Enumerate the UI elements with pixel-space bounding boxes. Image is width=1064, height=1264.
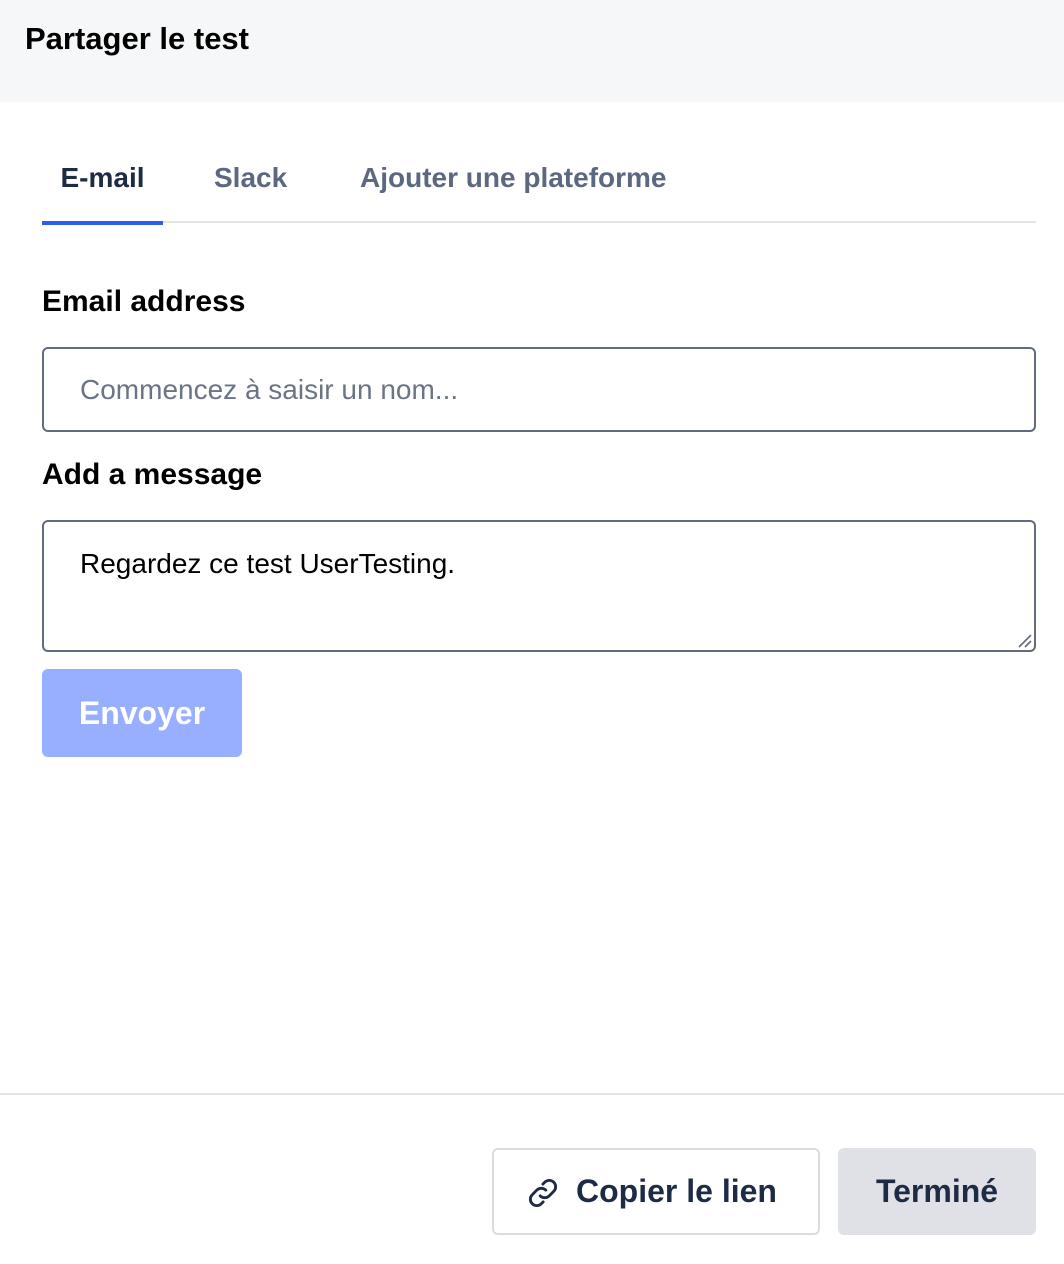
link-icon [529,1179,557,1207]
tab-add-platform-label: Ajouter une plateforme [360,162,667,193]
footer-divider [0,1093,1064,1095]
email-input[interactable] [42,347,1036,432]
tab-add-platform[interactable]: Ajouter une plateforme [360,140,666,223]
message-textarea[interactable]: Regardez ce test UserTesting. [42,520,1036,652]
dialog-title: Partager le test [25,21,249,56]
copy-link-button[interactable]: Copier le lien [492,1148,820,1235]
share-tabs: E-mail Slack Ajouter une plateforme [42,140,1036,225]
email-address-label: Email address [42,285,246,318]
tab-email[interactable]: E-mail [42,140,163,225]
dialog-header: Partager le test [0,0,1064,102]
active-tab-indicator [42,221,163,225]
share-test-dialog: Partager le test E-mail Slack Ajouter un… [0,0,1064,1264]
message-label: Add a message [42,458,263,491]
tab-slack-label: Slack [214,162,288,193]
copy-link-label: Copier le lien [576,1173,777,1209]
resize-handle-icon[interactable] [1016,632,1032,648]
done-button[interactable]: Terminé [838,1148,1036,1235]
send-button[interactable]: Envoyer [42,669,242,757]
tab-email-label: E-mail [60,162,145,193]
tab-slack[interactable]: Slack [214,140,287,223]
